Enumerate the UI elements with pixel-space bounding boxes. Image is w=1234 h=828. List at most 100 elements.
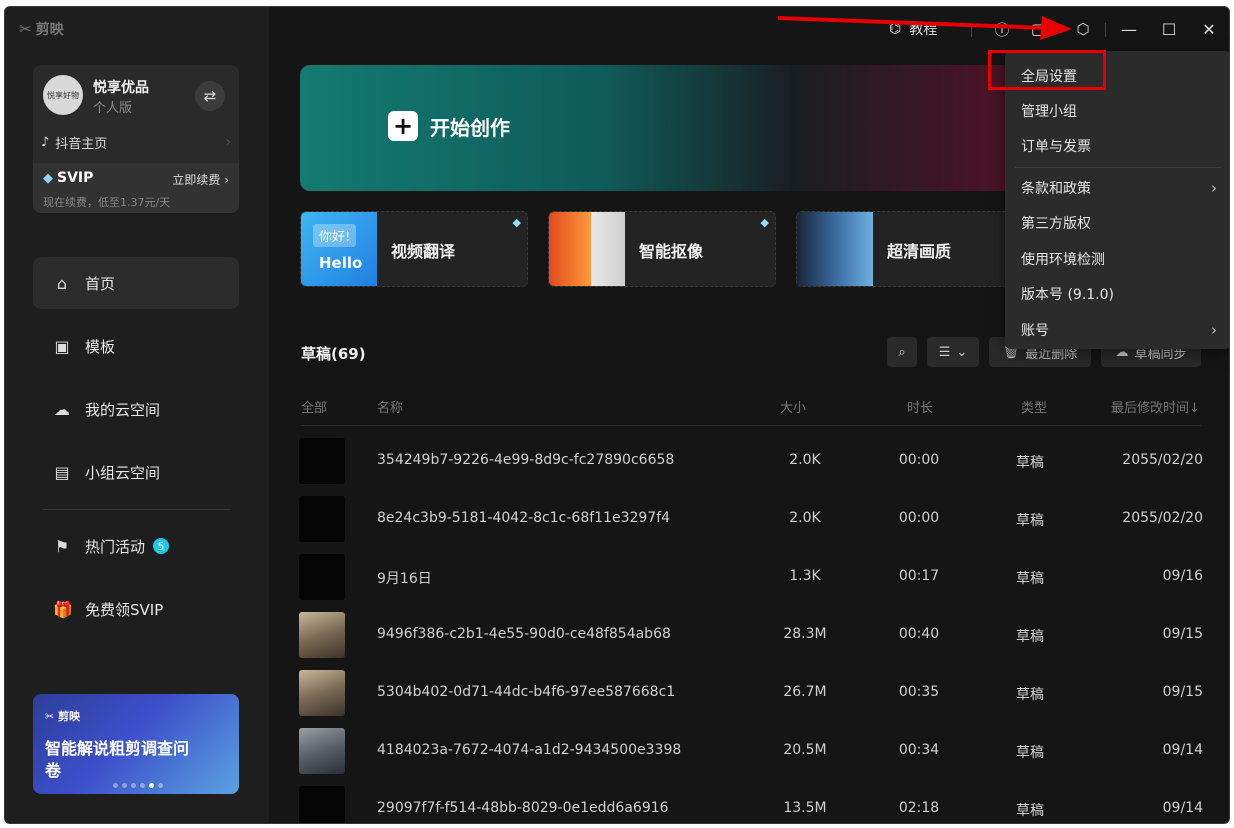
sidebar-item-template[interactable]: ▣ 模板 xyxy=(33,320,239,372)
table-row[interactable]: 4184023a-7672-4074-a1d2-9434500e3398 20.5… xyxy=(299,722,1203,780)
draft-size: 1.3K xyxy=(789,568,821,584)
menu-item-version[interactable]: 版本号 (9.1.0) xyxy=(1005,277,1229,311)
column-all[interactable]: 全部 xyxy=(301,397,327,416)
draft-type: 草稿 xyxy=(1016,687,1044,703)
column-duration[interactable]: 时长 xyxy=(907,397,933,416)
sidebar-item-free-svip[interactable]: 🎁 免费领SVIP xyxy=(33,583,239,635)
draft-type: 草稿 xyxy=(1016,455,1044,471)
close-button[interactable]: ✕ xyxy=(1197,17,1221,41)
draft-duration: 00:00 xyxy=(898,452,940,468)
column-size[interactable]: 大小 xyxy=(780,397,806,416)
promo-pagination[interactable] xyxy=(113,783,163,788)
drafts-title: 草稿(69) xyxy=(301,345,366,363)
cloud-icon: ☁ xyxy=(54,399,70,419)
flag-icon: ⚑ xyxy=(54,536,70,556)
avatar[interactable]: 悦享好物 xyxy=(43,75,83,115)
draft-duration: 00:35 xyxy=(898,684,940,700)
chevron-right-icon: › xyxy=(1211,179,1217,197)
draft-size: 20.5M xyxy=(783,742,827,758)
draft-size: 13.5M xyxy=(783,800,827,816)
chevron-right-icon: › xyxy=(1211,321,1217,339)
draft-name: 8e24c3b9-5181-4042-8c1c-68f11e3297f4 xyxy=(377,510,671,526)
user-plan: 个人版 xyxy=(93,101,133,116)
table-row[interactable]: 9496f386-c2b1-4e55-90d0-ce48f854ab68 28.3… xyxy=(299,606,1203,664)
plus-icon: + xyxy=(388,111,418,141)
feature-video-translate[interactable]: 你好! Hello 视频翻译 ◆ xyxy=(300,211,528,287)
renew-link[interactable]: 立即续费 › xyxy=(172,171,229,188)
svip-panel[interactable]: ◆ SVIP 立即续费 › 现在续费，低至1.37元/天 xyxy=(33,163,239,213)
start-creation-button[interactable]: + 开始创作 xyxy=(388,111,510,141)
settings-menu: 全局设置 管理小组 订单与发票 条款和政策 › 第三方版权 使用环境检测 版本号 … xyxy=(1005,51,1229,349)
draft-date: 2055/02/20 xyxy=(1122,452,1203,468)
chevron-down-icon: ⌄ xyxy=(956,344,968,360)
menu-item-manage-group[interactable]: 管理小组 xyxy=(1005,94,1229,128)
draft-name: 354249b7-9226-4e99-8d9c-fc27890c6658 xyxy=(377,452,675,468)
cutout-thumbnail xyxy=(549,212,625,286)
highlight-annotation xyxy=(988,50,1106,90)
feature-smart-cutout[interactable]: 智能抠像 ◆ xyxy=(548,211,776,287)
hd-thumbnail xyxy=(797,212,873,286)
draft-thumbnail[interactable] xyxy=(299,612,345,658)
table-row[interactable]: 29097f7f-f514-48bb-8029-0e1edd6a6916 13.5… xyxy=(299,780,1203,823)
table-row[interactable]: 9月16日 1.3K 00:17 草稿 09/16 xyxy=(299,548,1203,606)
menu-item-orders-invoices[interactable]: 订单与发票 xyxy=(1005,129,1229,163)
search-button[interactable]: ⌕ xyxy=(887,337,917,367)
table-row[interactable]: 8e24c3b9-5181-4042-8c1c-68f11e3297f4 2.0K… xyxy=(299,490,1203,548)
draft-thumbnail[interactable] xyxy=(299,496,345,542)
table-row[interactable]: 354249b7-9226-4e99-8d9c-fc27890c6658 2.0K… xyxy=(299,432,1203,490)
column-type[interactable]: 类型 xyxy=(1021,397,1047,416)
app-logo: ✂ 剪映 xyxy=(19,20,64,38)
draft-thumbnail[interactable] xyxy=(299,438,345,484)
draft-thumbnail[interactable] xyxy=(299,786,345,823)
draft-type: 草稿 xyxy=(1016,571,1044,587)
sidebar-item-group-cloud[interactable]: ▤ 小组云空间 xyxy=(33,446,239,498)
minimize-button[interactable]: — xyxy=(1117,17,1141,41)
template-icon: ▣ xyxy=(54,336,70,356)
menu-item-third-party-copyright[interactable]: 第三方版权 xyxy=(1005,206,1229,240)
draft-name: 5304b402-0d71-44dc-b4f6-97ee587668c1 xyxy=(377,684,676,700)
douyin-homepage-link[interactable]: ♪ 抖音主页 › xyxy=(41,133,231,152)
feature-hd-quality[interactable]: 超清画质 xyxy=(796,211,1024,287)
home-icon: ⌂ xyxy=(56,273,68,293)
draft-date: 09/16 xyxy=(1162,568,1203,584)
draft-thumbnail[interactable] xyxy=(299,670,345,716)
diamond-icon: ◆ xyxy=(43,170,53,186)
draft-type: 草稿 xyxy=(1016,629,1044,645)
draft-date: 2055/02/20 xyxy=(1122,510,1203,526)
swap-icon: ⇄ xyxy=(203,87,217,105)
draft-duration: 00:00 xyxy=(898,510,940,526)
draft-thumbnail[interactable] xyxy=(299,728,345,774)
sidebar-item-cloud[interactable]: ☁ 我的云空间 xyxy=(33,383,239,435)
draft-date: 09/15 xyxy=(1162,684,1203,700)
promo-logo: ✂ 剪映 xyxy=(45,710,81,723)
group-cloud-icon: ▤ xyxy=(54,462,70,482)
draft-date: 09/14 xyxy=(1162,800,1203,816)
switch-account-button[interactable]: ⇄ xyxy=(195,81,225,111)
sidebar-item-events[interactable]: ⚑ 热门活动 5 xyxy=(33,520,239,572)
menu-item-account[interactable]: 账号 › xyxy=(1005,313,1229,347)
table-row[interactable]: 5304b402-0d71-44dc-b4f6-97ee587668c1 26.7… xyxy=(299,664,1203,722)
draft-size: 2.0K xyxy=(789,510,821,526)
draft-size: 2.0K xyxy=(789,452,821,468)
view-mode-dropdown[interactable]: ☰ ⌄ xyxy=(927,337,979,367)
menu-item-terms-policies[interactable]: 条款和政策 › xyxy=(1005,171,1229,205)
draft-date: 09/14 xyxy=(1162,742,1203,758)
red-arrow-annotation xyxy=(777,16,1072,40)
sidebar: ✂ 剪映 悦享好物 悦享优品 个人版 ⇄ ♪ 抖音主页 › ◆ SVIP 立即续… xyxy=(5,7,269,823)
menu-item-environment-check[interactable]: 使用环境检测 xyxy=(1005,242,1229,276)
draft-thumbnail[interactable] xyxy=(299,554,345,600)
column-modified[interactable]: 最后修改时间↓ xyxy=(1111,397,1200,416)
translate-thumbnail: 你好! Hello xyxy=(301,212,377,286)
draft-date: 09/15 xyxy=(1162,626,1203,642)
draft-type: 草稿 xyxy=(1016,513,1044,529)
sidebar-item-home[interactable]: ⌂ 首页 xyxy=(33,257,239,309)
events-badge: 5 xyxy=(153,538,170,554)
app-window: ✂ 剪映 悦享好物 悦享优品 个人版 ⇄ ♪ 抖音主页 › ◆ SVIP 立即续… xyxy=(4,6,1230,824)
chevron-right-icon: › xyxy=(225,135,231,150)
list-view-icon: ☰ xyxy=(938,344,951,360)
search-icon: ⌕ xyxy=(898,344,906,360)
maximize-button[interactable]: ☐ xyxy=(1157,17,1181,41)
promo-banner[interactable]: ✂ 剪映 智能解说粗剪调查问卷 xyxy=(33,694,239,794)
column-name[interactable]: 名称 xyxy=(377,397,403,416)
draft-size: 28.3M xyxy=(783,626,827,642)
